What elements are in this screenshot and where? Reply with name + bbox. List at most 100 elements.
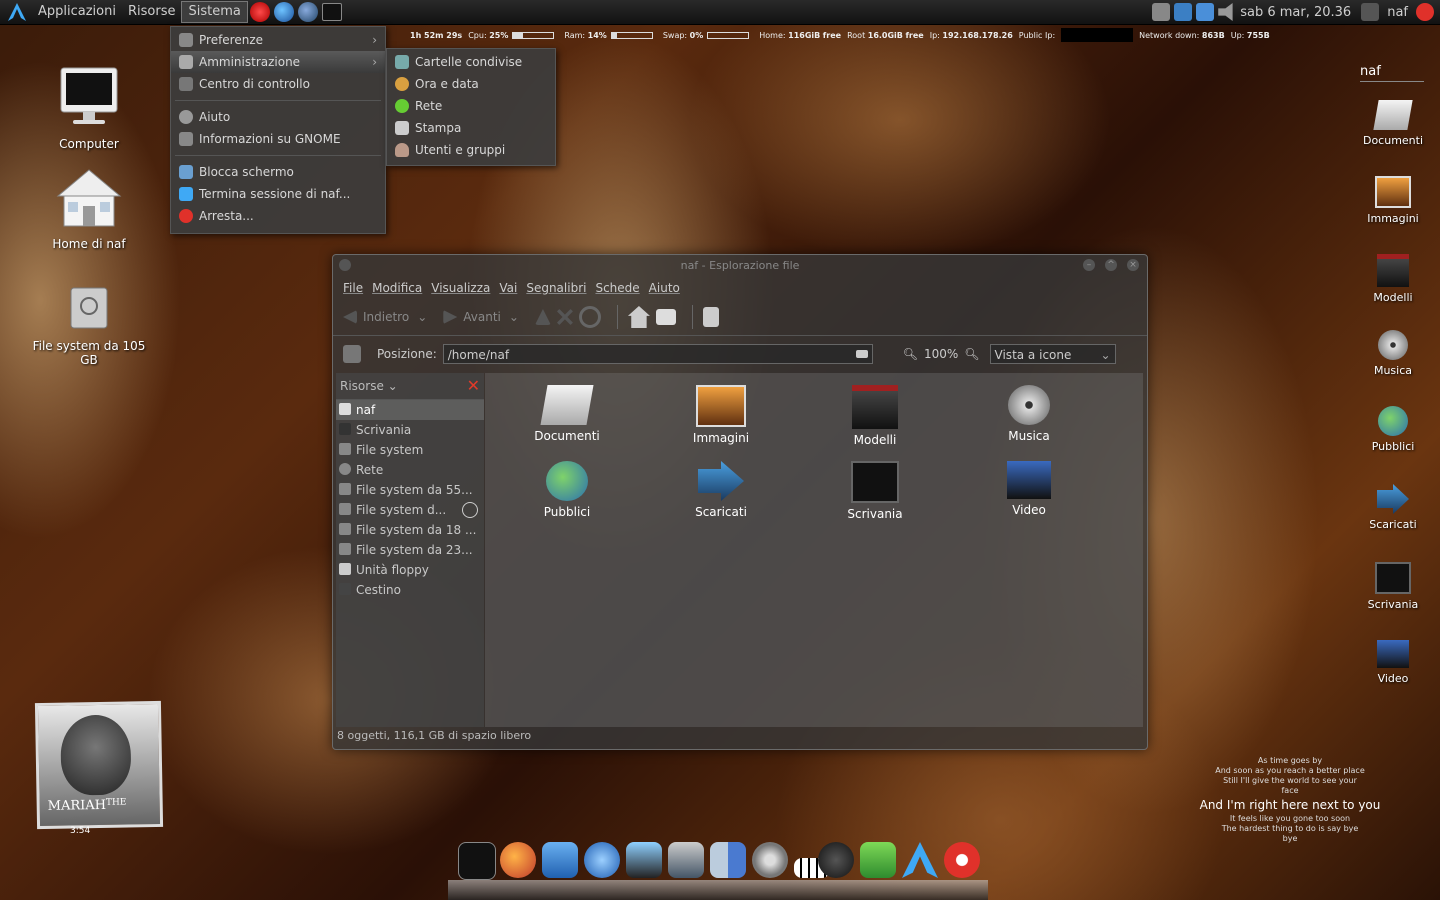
folder-item-modelli[interactable]: Modelli — [815, 385, 935, 447]
up-arrow-icon[interactable] — [534, 309, 551, 325]
zoom-out-icon[interactable]: 🔍︎ — [903, 347, 918, 361]
sidebar-item-cestino[interactable]: Cestino — [336, 580, 484, 600]
sidebar-item-fs-d[interactable]: File system d... — [336, 500, 484, 520]
folder-item-scrivania[interactable]: Scrivania — [815, 461, 935, 521]
folder-item-immagini[interactable]: Immagini — [661, 385, 781, 445]
right-dock-video[interactable]: Video — [1360, 640, 1426, 685]
power-tray-icon[interactable] — [1416, 3, 1434, 21]
forward-button[interactable]: Avanti ⌄ — [443, 310, 519, 324]
album-art-widget[interactable]: MARIAHTHE 3:54 — [18, 682, 176, 838]
stop-icon[interactable] — [556, 309, 573, 325]
menu-sistema[interactable]: Sistema — [181, 1, 248, 23]
submenu-item-cartelle-condivise[interactable]: Cartelle condivise — [387, 51, 555, 73]
close-button[interactable]: × — [1127, 259, 1139, 271]
close-sidebar-icon[interactable]: ✕ — [467, 373, 480, 399]
menubar-file[interactable]: File — [343, 281, 363, 295]
folder-item-musica[interactable]: Musica — [969, 385, 1089, 443]
dock-power-icon[interactable] — [944, 842, 980, 878]
right-dock-documenti[interactable]: Documenti — [1360, 100, 1426, 147]
menubar-vai[interactable]: Vai — [499, 281, 517, 295]
menubar-visualizza[interactable]: Visualizza — [431, 281, 490, 295]
dock-firefox-icon[interactable] — [500, 842, 536, 878]
window-menu-button[interactable] — [339, 259, 351, 271]
dock-settings-gear-icon[interactable] — [752, 842, 788, 878]
dock-leaf-icon[interactable] — [860, 842, 896, 878]
sidebar-item-file-system[interactable]: File system — [336, 440, 484, 460]
arch-logo-icon[interactable] — [6, 1, 28, 23]
menu-risorse[interactable]: Risorse — [122, 0, 182, 24]
menubar-aiuto[interactable]: Aiuto — [649, 281, 680, 295]
panel-user-name[interactable]: naf — [1387, 5, 1408, 20]
eject-icon[interactable] — [462, 502, 478, 518]
computer-toolbar-icon[interactable] — [655, 309, 676, 325]
submenu-item-utenti-gruppi[interactable]: Utenti e gruppi — [387, 139, 555, 161]
menu-applicazioni[interactable]: Applicazioni — [32, 0, 122, 24]
folder-item-scaricati[interactable]: Scaricati — [661, 461, 781, 519]
dock-photos-icon[interactable] — [668, 842, 704, 878]
submenu-item-rete[interactable]: Rete — [387, 95, 555, 117]
sidebar-item-floppy[interactable]: Unità floppy — [336, 560, 484, 580]
right-dock-musica[interactable]: Musica — [1360, 330, 1426, 377]
menu-item-info-gnome[interactable]: Informazioni su GNOME — [171, 128, 385, 150]
reload-icon[interactable] — [578, 306, 601, 328]
location-input[interactable]: /home/naf — [442, 344, 873, 364]
dock-finder-icon[interactable] — [710, 842, 746, 878]
minimize-button[interactable]: – — [1083, 259, 1095, 271]
menu-item-termina-sessione[interactable]: Termina sessione di naf... — [171, 183, 385, 205]
zoom-level[interactable]: 100% — [924, 347, 958, 361]
home-toolbar-icon[interactable] — [627, 306, 650, 328]
opera-launcher-icon[interactable] — [249, 2, 270, 22]
user-avatar-icon[interactable] — [1361, 3, 1380, 21]
view-mode-select[interactable]: Vista a icone ⌄ — [989, 344, 1116, 364]
network-tray-icon[interactable] — [1196, 3, 1215, 21]
maximize-button[interactable]: ^ — [1105, 259, 1117, 271]
dock-arch-icon[interactable] — [902, 842, 938, 878]
window-titlebar[interactable]: naf - Esplorazione file – ^ × — [333, 255, 1147, 277]
sidebar-item-rete[interactable]: Rete — [336, 460, 484, 480]
folder-item-documenti[interactable]: Documenti — [507, 385, 627, 443]
desktop-icon-computer[interactable]: Computer — [44, 66, 134, 151]
right-dock-scrivania[interactable]: Scrivania — [1360, 562, 1426, 611]
folder-item-video[interactable]: Video — [969, 461, 1089, 517]
menu-item-centro-controllo[interactable]: Centro di controllo — [171, 73, 385, 95]
sidebar-item-fs-18[interactable]: File system da 18 ... — [336, 520, 484, 540]
webcam-tray-icon[interactable] — [1152, 3, 1171, 21]
menu-item-amministrazione[interactable]: Amministrazione › — [171, 51, 385, 73]
menubar-modifica[interactable]: Modifica — [372, 281, 422, 295]
menubar-segnalibri[interactable]: Segnalibri — [526, 281, 586, 295]
right-dock-pubblici[interactable]: Pubblici — [1360, 406, 1426, 453]
right-dock-modelli[interactable]: Modelli — [1360, 254, 1426, 304]
desktop-icon-filesystem[interactable]: File system da 105 GB — [28, 286, 150, 367]
menubar-schede[interactable]: Schede — [595, 281, 639, 295]
dock-mail-icon[interactable] — [542, 842, 578, 878]
terminal-launcher-icon[interactable] — [321, 3, 342, 21]
sidebar-item-fs-23[interactable]: File system da 23... — [336, 540, 484, 560]
menu-item-preferenze[interactable]: Preferenze › — [171, 29, 385, 51]
folder-item-pubblici[interactable]: Pubblici — [507, 461, 627, 519]
search-toolbar-icon[interactable] — [702, 307, 719, 327]
desktop-icon-home[interactable]: Home di naf — [44, 166, 134, 251]
volume-tray-icon[interactable] — [1218, 3, 1233, 21]
menu-item-arresta[interactable]: Arresta... — [171, 205, 385, 227]
menu-item-aiuto[interactable]: Aiuto — [171, 106, 385, 128]
back-button[interactable]: Indietro ⌄ — [343, 310, 427, 324]
submenu-item-ora-data[interactable]: Ora e data — [387, 73, 555, 95]
dropbox-tray-icon[interactable] — [1174, 3, 1193, 21]
globe-launcher-icon[interactable] — [273, 2, 294, 22]
dock-clock-icon[interactable] — [818, 842, 854, 878]
right-dock-scaricati[interactable]: Scaricati — [1360, 484, 1426, 531]
sidebar-header[interactable]: Risorse ⌄ ✕ — [336, 373, 484, 400]
zoom-in-icon[interactable]: 🔍︎ — [964, 347, 979, 361]
clear-location-icon[interactable] — [855, 350, 868, 358]
dock-terminal-icon[interactable] — [458, 842, 496, 880]
sidebar-item-scrivania[interactable]: Scrivania — [336, 420, 484, 440]
menu-item-blocca-schermo[interactable]: Blocca schermo — [171, 161, 385, 183]
dock-appstore-icon[interactable] — [584, 842, 620, 878]
right-dock-immagini[interactable]: Immagini — [1360, 176, 1426, 225]
toggle-location-icon[interactable] — [343, 345, 361, 363]
sidebar-item-naf[interactable]: naf — [336, 400, 484, 420]
submenu-item-stampa[interactable]: Stampa — [387, 117, 555, 139]
dock-video-editor-icon[interactable] — [626, 842, 662, 878]
sidebar-item-fs-55[interactable]: File system da 55... — [336, 480, 484, 500]
firefox-launcher-icon[interactable] — [297, 2, 318, 22]
